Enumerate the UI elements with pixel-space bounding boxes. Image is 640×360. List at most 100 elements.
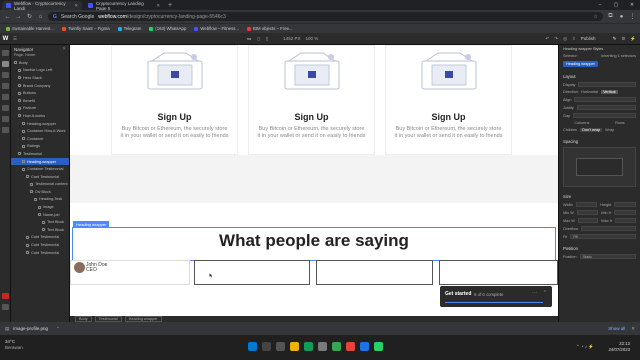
task-view-icon[interactable] bbox=[276, 342, 285, 351]
navigator-item[interactable]: Ratings bbox=[11, 143, 69, 151]
forward-icon[interactable]: → bbox=[15, 14, 22, 20]
symbols-icon[interactable] bbox=[2, 83, 9, 89]
design-canvas[interactable]: Sign Up Buy Bitcoin or Ethereum, the secu… bbox=[70, 45, 558, 320]
close-downloads-icon[interactable]: ✕ bbox=[631, 326, 635, 332]
navigator-item[interactable]: Card Testimonial bbox=[11, 234, 69, 242]
ecommerce-icon[interactable] bbox=[2, 105, 9, 111]
redo-icon[interactable]: ↷ bbox=[554, 36, 558, 42]
extensions-icon[interactable]: ⧉ bbox=[607, 13, 614, 20]
position-select[interactable]: Static bbox=[579, 254, 636, 259]
max-width-input[interactable] bbox=[577, 218, 599, 223]
assets-icon[interactable] bbox=[2, 116, 9, 122]
navigator-item[interactable]: Buttons bbox=[11, 89, 69, 97]
settings-icon[interactable] bbox=[2, 304, 9, 310]
navigator-item[interactable]: Navbar Logo Left bbox=[11, 67, 69, 75]
navigator-item[interactable]: Div Block bbox=[11, 188, 69, 196]
width-input[interactable] bbox=[575, 202, 598, 207]
show-all-link[interactable]: Show all bbox=[608, 326, 625, 331]
navigator-item[interactable]: Image bbox=[11, 203, 69, 211]
minimize-icon[interactable]: – bbox=[592, 0, 608, 10]
navigator-item[interactable]: Body bbox=[11, 59, 69, 67]
add-element-icon[interactable] bbox=[2, 50, 9, 56]
profile-icon[interactable]: ● bbox=[618, 14, 625, 20]
search-icon[interactable] bbox=[262, 342, 271, 351]
close-window-icon[interactable]: ✕ bbox=[624, 0, 640, 10]
close-panel-icon[interactable]: ✕ bbox=[62, 46, 66, 52]
vertical-option[interactable]: Vertical bbox=[601, 90, 618, 94]
feature-card[interactable]: Sign Up Buy Bitcoin or Ethereum, the secu… bbox=[111, 45, 238, 155]
desktop-breakpoint-icon[interactable]: ▭ bbox=[247, 36, 251, 42]
overflow-options[interactable] bbox=[580, 226, 636, 231]
navigator-item[interactable]: Brand Company bbox=[11, 82, 69, 90]
browser-tab[interactable]: Cryptocurrency Landing Page 5 ✕ bbox=[84, 1, 164, 11]
navigator-item[interactable]: Card Testimonial bbox=[11, 241, 69, 249]
navigator-item[interactable]: Text Block bbox=[11, 226, 69, 234]
home-icon[interactable]: ⌂ bbox=[37, 14, 44, 20]
navigator-item[interactable]: Container Testimonial bbox=[11, 165, 69, 173]
clock[interactable]: 22:13 24/07/2023 bbox=[608, 341, 630, 353]
height-input[interactable] bbox=[614, 202, 637, 207]
navigator-item[interactable]: Heading-wrapper bbox=[11, 120, 69, 128]
bookmark-item[interactable]: BIM objects – Free... bbox=[246, 26, 293, 31]
get-started-widget[interactable]: Get started 6 of 6 complete ⋯ ⌃ bbox=[440, 286, 552, 307]
align-options[interactable] bbox=[574, 97, 636, 102]
feature-card[interactable]: Sign Up Buy Bitcoin or Ethereum, the secu… bbox=[385, 45, 512, 155]
mobile-breakpoint-icon[interactable]: ▯ bbox=[266, 36, 268, 42]
navigator-item[interactable]: Name-job bbox=[11, 211, 69, 219]
bookmark-item[interactable]: Twinfly SaaS – Figma bbox=[62, 26, 110, 31]
download-item[interactable]: image-profile.png bbox=[13, 326, 48, 331]
max-height-input[interactable] bbox=[615, 218, 637, 223]
browser-tab[interactable]: Webflow - Cryptocurrency Landi ✕ bbox=[2, 1, 82, 11]
windows-start-icon[interactable] bbox=[248, 342, 257, 351]
testimonial-card[interactable] bbox=[316, 260, 433, 285]
navigator-item[interactable]: How-It-works bbox=[11, 112, 69, 120]
app-icon[interactable] bbox=[346, 342, 355, 351]
min-height-input[interactable] bbox=[614, 210, 636, 215]
navigator-item[interactable]: Heading-wrapper bbox=[11, 157, 69, 166]
share-icon[interactable]: ⇪ bbox=[572, 36, 576, 42]
gap-input[interactable] bbox=[573, 113, 636, 118]
styles-icon[interactable] bbox=[2, 127, 9, 133]
close-tab-icon[interactable]: ✕ bbox=[74, 3, 78, 9]
whatsapp-icon[interactable] bbox=[374, 342, 383, 351]
fit-select[interactable]: Fill bbox=[570, 234, 636, 239]
file-explorer-icon[interactable] bbox=[290, 342, 299, 351]
download-menu-icon[interactable]: ⌃ bbox=[56, 326, 60, 332]
tablet-breakpoint-icon[interactable]: ▯ bbox=[257, 36, 259, 42]
navigator-item[interactable]: Hero Stack bbox=[11, 74, 69, 82]
back-icon[interactable]: ← bbox=[4, 14, 11, 20]
edge-icon[interactable] bbox=[304, 342, 313, 351]
maximize-icon[interactable]: ▢ bbox=[608, 0, 624, 10]
navigator-item[interactable]: Heading-Testi bbox=[11, 196, 69, 204]
navigator-item[interactable]: Card Testimonial bbox=[11, 249, 69, 257]
navigator-item[interactable]: Container How-It-Work bbox=[11, 127, 69, 135]
spacing-box[interactable] bbox=[563, 147, 636, 187]
new-tab-icon[interactable]: + bbox=[168, 2, 172, 9]
min-width-input[interactable] bbox=[576, 210, 599, 215]
star-icon[interactable]: ☆ bbox=[594, 14, 598, 20]
wrap-option[interactable]: Wrap bbox=[605, 128, 614, 132]
navigator-icon[interactable] bbox=[2, 61, 9, 67]
bookmark-item[interactable]: Webflow – Fitness... bbox=[194, 26, 239, 31]
display-options[interactable] bbox=[578, 82, 636, 87]
chevron-up-icon[interactable]: ⌃ bbox=[543, 290, 547, 296]
weather-widget[interactable]: 34°C Berawan bbox=[5, 339, 23, 351]
store-icon[interactable] bbox=[318, 342, 327, 351]
class-chip[interactable]: Heading wrapper bbox=[563, 61, 598, 67]
navigator-item[interactable]: Card Testimonial bbox=[11, 173, 69, 181]
testimonial-card[interactable] bbox=[439, 260, 558, 285]
navigator-item[interactable]: Testimonial bbox=[11, 150, 69, 158]
webflow-logo-icon[interactable]: W bbox=[0, 36, 11, 42]
url-field[interactable]: G Search Google webflow.com/design/crypt… bbox=[48, 12, 603, 21]
navigator-item[interactable]: Benefit bbox=[11, 97, 69, 105]
section-heading[interactable]: What people are saying bbox=[70, 231, 558, 251]
navigator-item[interactable]: Testimonial content bbox=[11, 181, 69, 189]
dont-wrap-option[interactable]: Don't wrap bbox=[580, 128, 603, 132]
navigator-item[interactable]: Container bbox=[11, 135, 69, 143]
style-tab-icon[interactable]: ✎ bbox=[613, 36, 617, 42]
settings-tab-icon[interactable]: ⚙ bbox=[621, 36, 625, 42]
cms-icon[interactable] bbox=[2, 94, 9, 100]
preview-icon[interactable]: ◎ bbox=[563, 36, 567, 42]
interactions-tab-icon[interactable]: ⚡ bbox=[630, 36, 636, 42]
menu-icon[interactable]: ⋮ bbox=[629, 13, 636, 20]
